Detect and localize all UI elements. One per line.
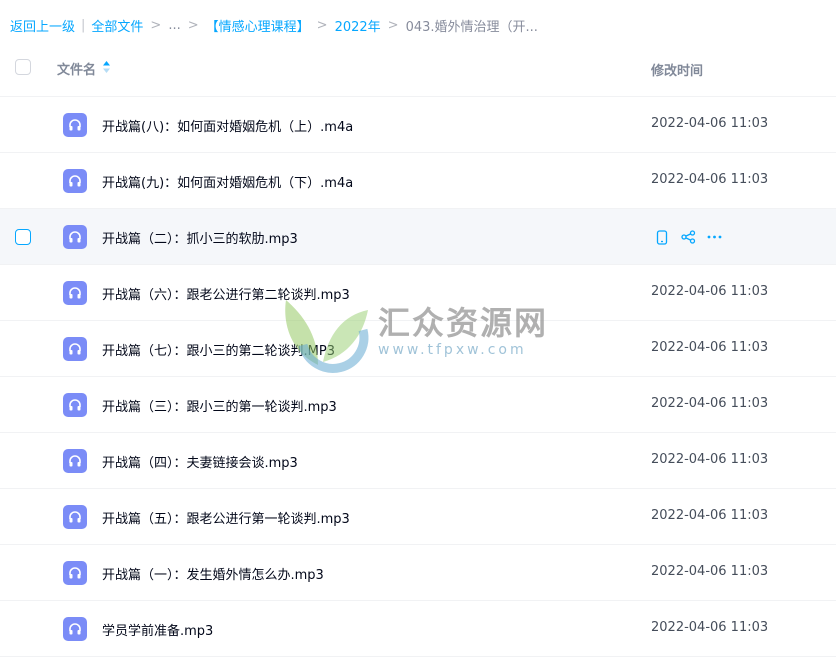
back-link[interactable]: 返回上一级 <box>10 16 75 35</box>
file-name[interactable]: 开战篇（七）：跟小三的第二轮谈判.MP3 <box>102 340 335 359</box>
file-modified-time: 2022-04-06 11:03 <box>651 452 769 467</box>
headphones-icon <box>63 281 87 305</box>
select-all-checkbox[interactable] <box>15 59 31 75</box>
file-modified-time: 2022-04-06 11:03 <box>651 284 769 299</box>
breadcrumb-separator: > <box>187 17 199 33</box>
file-row[interactable]: 开战篇（六）：跟老公进行第二轮谈判.mp3 2022-04-06 11:03 <box>0 265 836 321</box>
headphones-icon <box>63 505 87 529</box>
breadcrumb: 返回上一级 | 全部文件 > ... > 【情感心理课程】 > 2022年 > … <box>10 15 538 35</box>
headphones-icon <box>63 169 87 193</box>
file-row[interactable]: 开战篇（七）：跟小三的第二轮谈判.MP3 2022-04-06 11:03 <box>0 321 836 377</box>
file-name[interactable]: 开战篇（三）：跟小三的第一轮谈判.mp3 <box>102 396 337 415</box>
name-column-label: 文件名 <box>57 63 97 78</box>
file-name[interactable]: 开战篇（五）：跟老公进行第一轮谈判.mp3 <box>102 508 350 527</box>
row-actions <box>654 229 732 245</box>
file-row[interactable]: 开战篇（一）：发生婚外情怎么办.mp3 2022-04-06 11:03 <box>0 545 836 601</box>
breadcrumb-year[interactable]: 2022年 <box>335 16 381 35</box>
breadcrumb-current: 043.婚外情治理（开... <box>405 19 538 35</box>
file-row[interactable]: 学员学前准备.mp3 2022-04-06 11:03 <box>0 601 836 657</box>
sort-icon[interactable] <box>102 60 111 78</box>
file-name[interactable]: 开战篇（六）：跟老公进行第二轮谈判.mp3 <box>102 284 350 303</box>
breadcrumb-separator: > <box>150 17 162 33</box>
file-list: 开战篇(八)：如何面对婚姻危机（上）.m4a 2022-04-06 11:03 … <box>0 97 836 657</box>
name-column-header[interactable]: 文件名 <box>57 59 111 78</box>
file-modified-time: 2022-04-06 11:03 <box>651 172 769 187</box>
file-row[interactable]: 开战篇（四）：夫妻链接会谈.mp3 2022-04-06 11:03 <box>0 433 836 489</box>
file-name[interactable]: 开战篇(八)：如何面对婚姻危机（上）.m4a <box>102 116 353 135</box>
breadcrumb-separator: > <box>387 17 399 33</box>
file-modified-time: 2022-04-06 11:03 <box>651 620 769 635</box>
breadcrumb-all-files[interactable]: 全部文件 <box>91 16 143 35</box>
breadcrumb-ellipsis[interactable]: ... <box>168 18 180 33</box>
more-icon[interactable] <box>706 229 722 245</box>
headphones-icon <box>63 225 87 249</box>
time-column-header[interactable]: 修改时间 <box>651 60 703 79</box>
file-modified-time: 2022-04-06 11:03 <box>651 508 769 523</box>
phone-icon[interactable] <box>654 229 670 245</box>
file-modified-time: 2022-04-06 11:03 <box>651 340 769 355</box>
file-name[interactable]: 学员学前准备.mp3 <box>102 620 213 639</box>
file-modified-time: 2022-04-06 11:03 <box>651 396 769 411</box>
file-name[interactable]: 开战篇（一）：发生婚外情怎么办.mp3 <box>102 564 324 583</box>
file-row[interactable]: 开战篇(八)：如何面对婚姻危机（上）.m4a 2022-04-06 11:03 <box>0 97 836 153</box>
breadcrumb-course[interactable]: 【情感心理课程】 <box>206 16 310 35</box>
file-name[interactable]: 开战篇（二）：抓小三的软肋.mp3 <box>102 228 298 247</box>
file-list-header: 文件名 修改时间 <box>0 40 836 97</box>
breadcrumb-separator: > <box>316 17 328 33</box>
file-row[interactable]: 开战篇（五）：跟老公进行第一轮谈判.mp3 2022-04-06 11:03 <box>0 489 836 545</box>
share-icon[interactable] <box>680 229 696 245</box>
row-checkbox[interactable] <box>15 229 31 245</box>
file-modified-time: 2022-04-06 11:03 <box>651 116 769 131</box>
headphones-icon <box>63 113 87 137</box>
file-row[interactable]: 开战篇（三）：跟小三的第一轮谈判.mp3 2022-04-06 11:03 <box>0 377 836 433</box>
headphones-icon <box>63 617 87 641</box>
headphones-icon <box>63 561 87 585</box>
file-name[interactable]: 开战篇（四）：夫妻链接会谈.mp3 <box>102 452 298 471</box>
file-name[interactable]: 开战篇(九)：如何面对婚姻危机（下）.m4a <box>102 172 353 191</box>
file-modified-time: 2022-04-06 11:03 <box>651 564 769 579</box>
file-row[interactable]: 开战篇（二）：抓小三的软肋.mp3 <box>0 209 836 265</box>
headphones-icon <box>63 393 87 417</box>
breadcrumb-divider: | <box>81 17 86 33</box>
file-row[interactable]: 开战篇(九)：如何面对婚姻危机（下）.m4a 2022-04-06 11:03 <box>0 153 836 209</box>
headphones-icon <box>63 337 87 361</box>
headphones-icon <box>63 449 87 473</box>
